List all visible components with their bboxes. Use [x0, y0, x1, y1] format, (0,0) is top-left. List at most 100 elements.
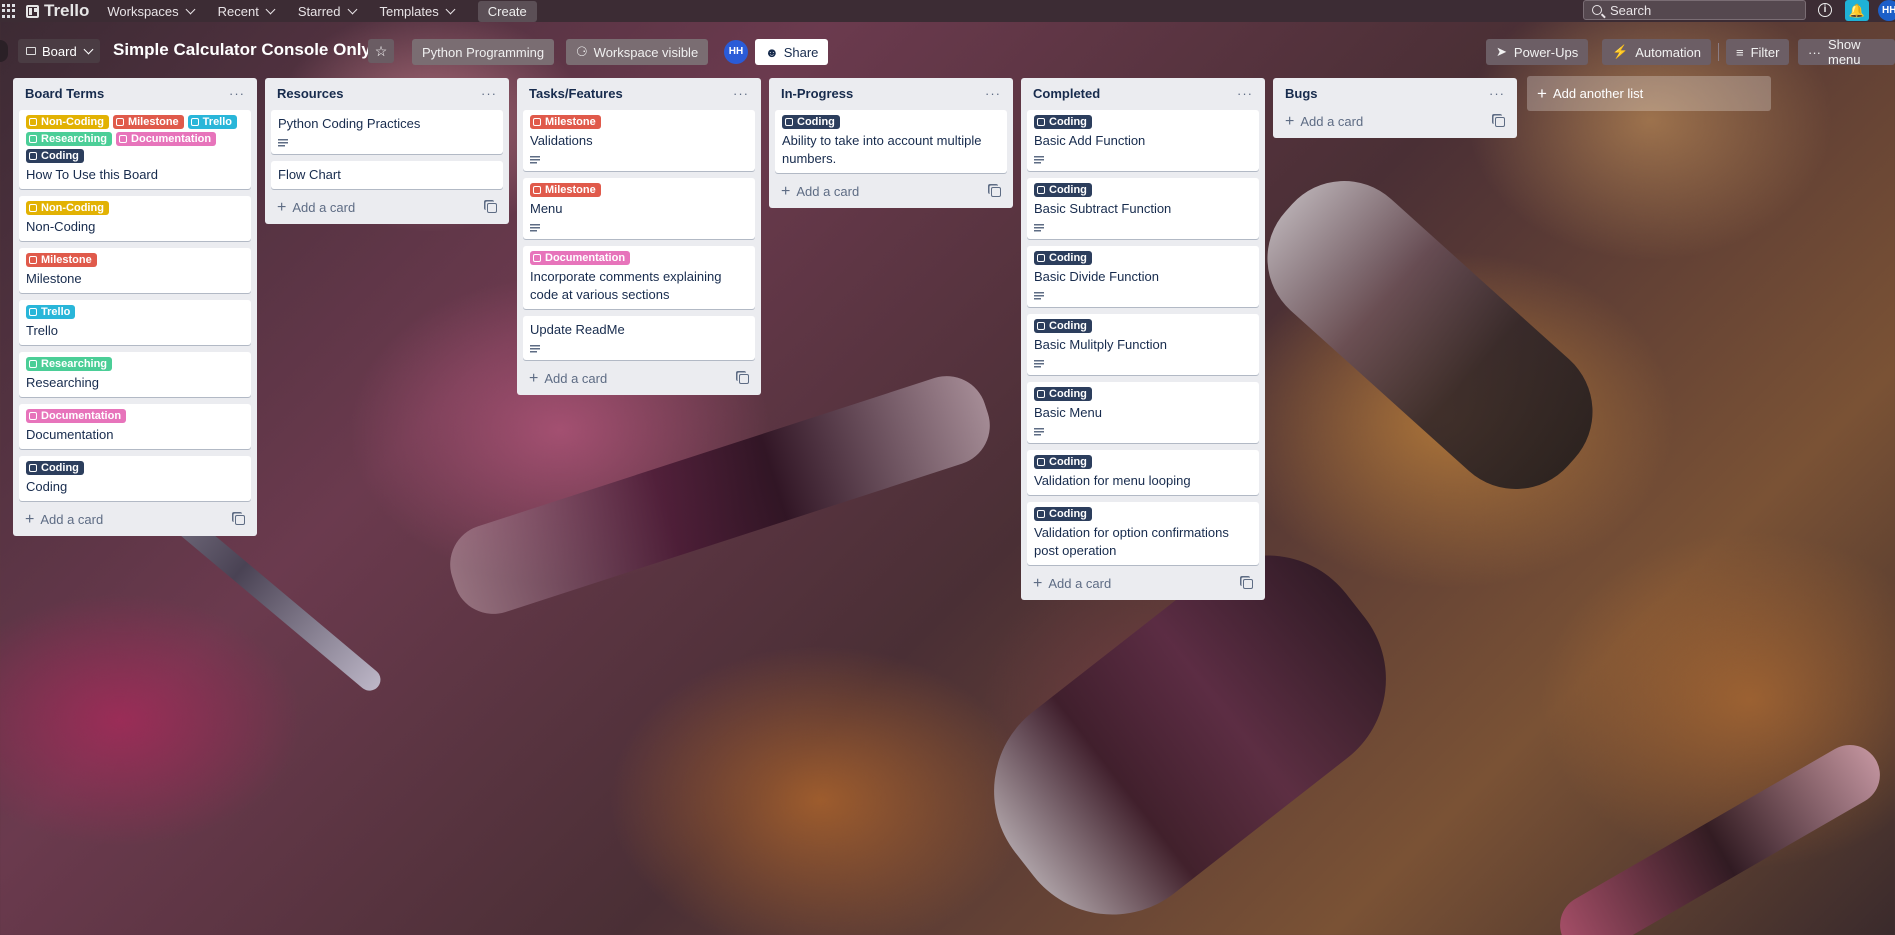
list-title[interactable]: Completed: [1033, 86, 1100, 101]
list-title[interactable]: Bugs: [1285, 86, 1318, 101]
label-coding[interactable]: Coding: [26, 461, 84, 475]
board-title[interactable]: Simple Calculator Console Only: [113, 40, 371, 60]
label-milestone[interactable]: Milestone: [112, 115, 184, 129]
power-ups-button[interactable]: ➤ Power-Ups: [1486, 39, 1589, 65]
card[interactable]: Milestone Menu: [523, 178, 755, 239]
label-documentation[interactable]: Documentation: [26, 409, 127, 423]
list-header[interactable]: Bugs ···: [1279, 82, 1511, 104]
label-coding[interactable]: Coding: [1034, 115, 1092, 129]
workspace-button[interactable]: Python Programming: [412, 39, 555, 65]
filter-button[interactable]: ≡ Filter: [1726, 39, 1790, 65]
templates-menu[interactable]: Templates: [380, 4, 456, 19]
list-actions-icon[interactable]: ···: [985, 86, 1001, 101]
list-actions-icon[interactable]: ···: [1489, 86, 1505, 101]
starred-menu[interactable]: Starred: [298, 4, 357, 19]
label-milestone[interactable]: Milestone: [530, 183, 601, 197]
show-menu-button[interactable]: ··· Show menu: [1798, 37, 1895, 67]
card[interactable]: Coding Basic Mulitply Function: [1027, 314, 1259, 375]
list-actions-icon[interactable]: ···: [481, 86, 497, 101]
label-trello[interactable]: Trello: [187, 115, 238, 129]
member-avatar[interactable]: HH: [724, 40, 748, 64]
card[interactable]: Researching Researching: [19, 352, 251, 397]
account-avatar[interactable]: HH: [1878, 0, 1895, 21]
list-header[interactable]: Board Terms ···: [19, 82, 251, 104]
list-header[interactable]: Tasks/Features ···: [523, 82, 755, 104]
label-documentation[interactable]: Documentation: [530, 251, 631, 265]
workspaces-menu[interactable]: Workspaces: [107, 4, 196, 19]
list-title[interactable]: Tasks/Features: [529, 86, 623, 101]
list-header[interactable]: In-Progress ···: [775, 82, 1007, 104]
recent-menu[interactable]: Recent: [218, 4, 276, 19]
card-template-icon[interactable]: [487, 203, 497, 213]
add-list-button[interactable]: + Add another list: [1527, 76, 1771, 111]
card-title: Update ReadMe: [530, 322, 625, 337]
add-card-button[interactable]: + Add a card: [271, 196, 503, 220]
card-template-icon[interactable]: [1495, 117, 1505, 127]
label-coding[interactable]: Coding: [1034, 455, 1092, 469]
list-actions-icon[interactable]: ···: [1237, 86, 1253, 101]
label-coding[interactable]: Coding: [782, 115, 840, 129]
label-coding[interactable]: Coding: [1034, 319, 1092, 333]
card[interactable]: Update ReadMe: [523, 316, 755, 360]
add-card-button[interactable]: + Add a card: [19, 508, 251, 532]
list-actions-icon[interactable]: ···: [733, 86, 749, 101]
visibility-button[interactable]: ⚆ Workspace visible: [566, 39, 709, 65]
board-view-switcher[interactable]: Board: [18, 39, 100, 63]
label-coding[interactable]: Coding: [1034, 251, 1092, 265]
card[interactable]: Coding Basic Subtract Function: [1027, 178, 1259, 239]
list-title[interactable]: Resources: [277, 86, 343, 101]
sidebar-toggle[interactable]: [0, 40, 8, 62]
card[interactable]: Coding Validation for option confirmation…: [1027, 502, 1259, 565]
card[interactable]: Documentation Documentation: [19, 404, 251, 449]
add-card-button[interactable]: + Add a card: [1027, 572, 1259, 596]
card-template-icon[interactable]: [1243, 579, 1253, 589]
app-switcher-icon[interactable]: [2, 4, 16, 18]
label-documentation[interactable]: Documentation: [116, 132, 217, 146]
share-button[interactable]: ☻ Share: [755, 39, 829, 65]
card[interactable]: Python Coding Practices: [271, 110, 503, 154]
label-non-coding[interactable]: Non-Coding: [26, 115, 109, 129]
card[interactable]: Non-Coding Milestone Trello Researching Docu…: [19, 110, 251, 189]
label-researching[interactable]: Researching: [26, 132, 113, 146]
list-actions-icon[interactable]: ···: [229, 86, 245, 101]
card[interactable]: Trello Trello: [19, 300, 251, 345]
add-card-button[interactable]: + Add a card: [523, 367, 755, 391]
card[interactable]: Milestone Milestone: [19, 248, 251, 293]
card[interactable]: Coding Basic Menu: [1027, 382, 1259, 443]
automation-button[interactable]: ⚡ Automation: [1602, 39, 1711, 65]
add-card-button[interactable]: + Add a card: [1279, 110, 1511, 134]
card[interactable]: Documentation Incorporate comments explai…: [523, 246, 755, 309]
label-researching[interactable]: Researching: [26, 357, 113, 371]
label-trello[interactable]: Trello: [26, 305, 76, 319]
card[interactable]: Non-Coding Non-Coding: [19, 196, 251, 241]
add-card-button[interactable]: + Add a card: [775, 180, 1007, 204]
card[interactable]: Flow Chart: [271, 161, 503, 189]
create-button[interactable]: Create: [477, 0, 537, 22]
list-title[interactable]: Board Terms: [25, 86, 104, 101]
label-milestone[interactable]: Milestone: [530, 115, 601, 129]
label-milestone[interactable]: Milestone: [26, 253, 97, 267]
plus-icon: +: [1537, 83, 1547, 103]
card-template-icon[interactable]: [739, 374, 749, 384]
card[interactable]: Coding Basic Add Function: [1027, 110, 1259, 171]
card-template-icon[interactable]: [991, 187, 1001, 197]
list-header[interactable]: Completed ···: [1027, 82, 1259, 104]
card[interactable]: Coding Basic Divide Function: [1027, 246, 1259, 307]
label-coding[interactable]: Coding: [1034, 507, 1092, 521]
card-template-icon[interactable]: [235, 515, 245, 525]
trello-logo[interactable]: Trello: [26, 1, 89, 21]
list-header[interactable]: Resources ···: [271, 82, 503, 104]
search-input[interactable]: Search: [1583, 0, 1806, 20]
star-icon[interactable]: ☆: [368, 39, 394, 63]
card[interactable]: Coding Validation for menu looping: [1027, 450, 1259, 495]
label-coding[interactable]: Coding: [1034, 183, 1092, 197]
label-coding[interactable]: Coding: [26, 149, 84, 163]
label-coding[interactable]: Coding: [1034, 387, 1092, 401]
card[interactable]: Coding Coding: [19, 456, 251, 501]
list-title[interactable]: In-Progress: [781, 86, 853, 101]
notifications-bell-icon[interactable]: 🔔: [1845, 0, 1869, 21]
card[interactable]: Milestone Validations: [523, 110, 755, 171]
label-non-coding[interactable]: Non-Coding: [26, 201, 109, 215]
card[interactable]: Coding Ability to take into account multi…: [775, 110, 1007, 173]
info-icon[interactable]: i: [1818, 3, 1832, 17]
